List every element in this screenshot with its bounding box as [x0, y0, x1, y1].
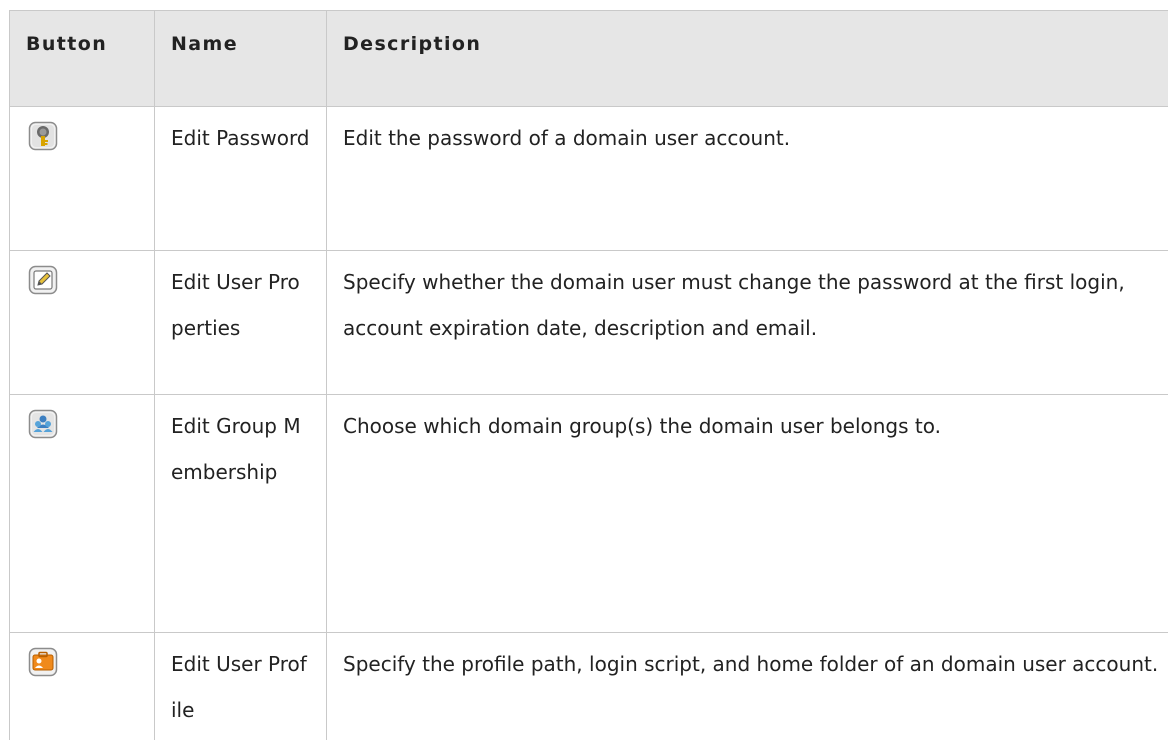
- table-row: Edit User Properties Specify whether the…: [9, 250, 1168, 395]
- description-cell: Specify the profile path, login script, …: [326, 632, 1168, 740]
- edit-pencil-icon[interactable]: [28, 265, 58, 295]
- column-header-button: Button: [9, 10, 155, 107]
- description-cell: Edit the password of a domain user accou…: [326, 106, 1168, 251]
- name-cell: Edit User Profile: [154, 632, 327, 740]
- column-header-description: Description: [326, 10, 1168, 107]
- table-row: Edit User Profile Specify the profile pa…: [9, 632, 1168, 740]
- button-cell: [9, 250, 155, 395]
- button-cell: [9, 632, 155, 740]
- description-cell: Specify whether the domain user must cha…: [326, 250, 1168, 395]
- button-cell: [9, 394, 155, 633]
- name-cell: Edit Password: [154, 106, 327, 251]
- description-cell: Choose which domain group(s) the domain …: [326, 394, 1168, 633]
- user-profile-icon[interactable]: [28, 647, 58, 677]
- name-cell: Edit User Properties: [154, 250, 327, 395]
- table-row: Edit Group Membership Choose which domai…: [9, 394, 1168, 633]
- column-header-name: Name: [154, 10, 327, 107]
- name-cell: Edit Group Membership: [154, 394, 327, 633]
- key-icon[interactable]: [28, 121, 58, 151]
- table-header-row: Button Name Description: [9, 10, 1168, 107]
- group-users-icon[interactable]: [28, 409, 58, 439]
- button-cell: [9, 106, 155, 251]
- page: Button Name Description Edit Password Ed…: [0, 0, 1168, 740]
- table-row: Edit Password Edit the password of a dom…: [9, 106, 1168, 251]
- button-reference-table: Button Name Description Edit Password Ed…: [9, 10, 1168, 740]
